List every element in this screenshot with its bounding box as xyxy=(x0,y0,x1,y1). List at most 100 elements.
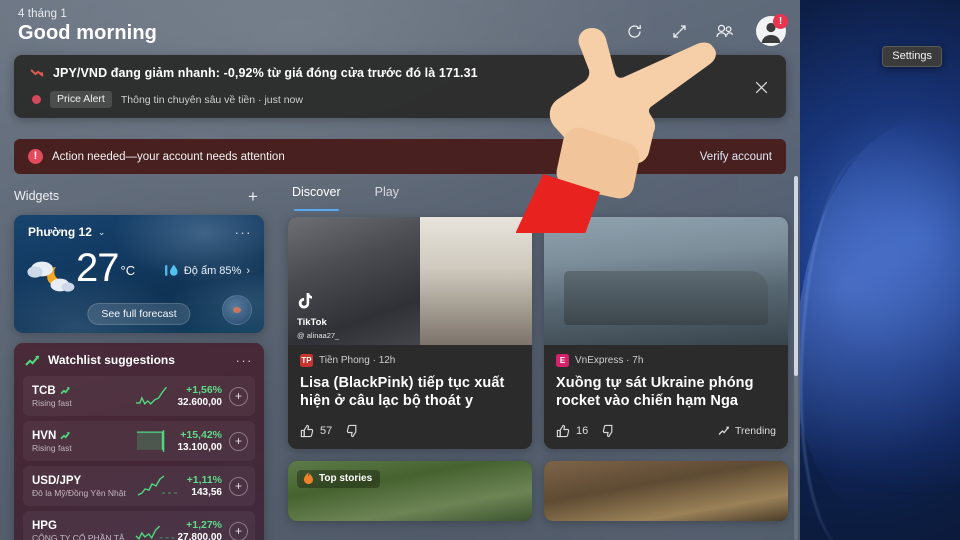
news-card[interactable]: TikTok @ alinaa27_ Lisa Alinaa27_ TP Tiề… xyxy=(288,217,532,449)
table-row[interactable]: HPG CÔNG TY CỔ PHẦN TẬP ... +1,27% 27.80… xyxy=(23,511,255,540)
watchlist-subtitle: CÔNG TY CỔ PHẦN TẬP ... xyxy=(32,532,134,540)
dislike-button[interactable] xyxy=(346,424,360,438)
humidity-text: Độ ẩm 85% xyxy=(183,264,242,277)
weather-widget[interactable]: Phường 12 ⌄ ··· 27 °C Độ ẩm 85% › See fu… xyxy=(14,215,264,333)
watchlist-values: +1,56% 32.600,00 xyxy=(178,384,223,408)
sparkline-chart xyxy=(137,430,165,452)
news-card[interactable]: Top stories xyxy=(288,460,532,521)
trend-up-icon xyxy=(25,354,40,366)
watchlist-price: 143,56 xyxy=(191,487,222,498)
verify-account-link[interactable]: Verify account xyxy=(700,151,772,163)
rising-arrow-icon xyxy=(60,386,70,395)
trending-badge: Trending xyxy=(718,425,776,437)
expand-icon[interactable] xyxy=(666,18,692,44)
watchlist-row-label: USD/JPY Đô la Mỹ/Đồng Yên Nhật xyxy=(32,475,136,498)
weather-temperature: 27 xyxy=(76,246,119,290)
thumbs-up-icon xyxy=(556,424,570,437)
watchlist-more-button[interactable]: ··· xyxy=(236,354,254,367)
people-icon[interactable] xyxy=(711,18,737,44)
feed-cards: TikTok @ alinaa27_ Lisa Alinaa27_ TP Tiề… xyxy=(288,217,788,521)
source-time: 7h xyxy=(632,355,644,366)
dislike-button[interactable] xyxy=(602,424,616,438)
widgets-bar: Widgets + xyxy=(14,185,264,207)
source-logo-icon: TP xyxy=(300,354,313,367)
thumbs-up-icon xyxy=(300,424,314,437)
tiktok-brand-label: TikTok xyxy=(297,317,327,328)
source-name-text: Tiền Phong xyxy=(319,355,370,366)
watchlist-symbol: HPG xyxy=(32,520,134,532)
news-thumbnail: Top stories xyxy=(288,460,532,521)
thumbs-down-icon xyxy=(603,424,613,437)
avatar[interactable]: ! xyxy=(756,14,788,46)
tab-discover[interactable]: Discover xyxy=(292,185,341,211)
trending-label: Trending xyxy=(734,424,776,437)
watchlist-price: 13.100,00 xyxy=(177,442,223,453)
action-needed-text: Action needed—your account needs attenti… xyxy=(52,150,285,163)
source-name-text: VnExpress xyxy=(575,355,624,366)
weather-temp-block: 27 °C xyxy=(76,246,135,290)
watchlist-row-label: HPG CÔNG TY CỔ PHẦN TẬP ... xyxy=(32,520,134,540)
source-time: 12h xyxy=(378,355,396,366)
see-full-forecast-button[interactable]: See full forecast xyxy=(87,303,191,325)
tiktok-icon xyxy=(297,293,313,315)
tiktok-username: @ alinaa27_ xyxy=(297,331,340,340)
like-button[interactable]: 16 xyxy=(556,424,588,438)
price-alert-tag: Price Alert xyxy=(50,91,112,108)
alert-dot-icon xyxy=(32,95,41,104)
table-row[interactable]: USD/JPY Đô la Mỹ/Đồng Yên Nhật +1,11% 14… xyxy=(23,466,255,506)
close-icon[interactable] xyxy=(746,72,776,102)
watchlist-price: 27.800,00 xyxy=(177,532,223,540)
weather-header: Phường 12 ⌄ ··· xyxy=(28,225,252,239)
add-to-watchlist-button[interactable]: + xyxy=(229,386,248,406)
add-widget-button[interactable]: + xyxy=(242,185,264,207)
scrollbar-thumb[interactable] xyxy=(794,176,798,376)
humidity-block[interactable]: Độ ẩm 85% › xyxy=(164,263,250,278)
warning-icon: ! xyxy=(28,149,43,164)
weather-more-button[interactable]: ··· xyxy=(235,226,253,239)
alert-meta-text: Thông tin chuyên sâu về tiền · just now xyxy=(120,93,303,106)
add-to-watchlist-button[interactable]: + xyxy=(229,431,248,451)
news-thumbnail: TikTok @ alinaa27_ Lisa Alinaa27_ xyxy=(288,217,532,345)
thumbnail-watermark: Alinaa27_ xyxy=(455,257,516,271)
trending-arrow-icon xyxy=(718,426,730,435)
watchlist-symbol: TCB xyxy=(32,385,134,397)
sparkline-chart xyxy=(136,386,168,406)
chevron-right-icon: › xyxy=(246,264,250,277)
chevron-down-icon[interactable]: ⌄ xyxy=(98,227,106,238)
watchlist-title: Watchlist suggestions xyxy=(48,353,175,367)
watchlist-percent: +1,11% xyxy=(186,474,222,486)
watchlist-symbol-text: HPG xyxy=(32,519,57,532)
source-name: Tiền Phong · 12h xyxy=(319,355,395,366)
add-to-watchlist-button[interactable]: + xyxy=(229,521,248,540)
trend-down-icon xyxy=(30,69,44,77)
source-logo-icon: E xyxy=(556,354,569,367)
news-source: E VnExpress · 7h xyxy=(556,354,776,367)
panel-toolbar: ! xyxy=(621,14,788,46)
news-feed: Discover Play TikTok @ alinaa27_ Lisa Al… xyxy=(288,185,788,521)
news-card[interactable] xyxy=(544,460,788,521)
news-headline: Xuồng tự sát Ukraine phóng rocket vào ch… xyxy=(556,375,754,410)
watchlist-subtitle: Rising fast xyxy=(32,397,72,408)
refresh-icon[interactable] xyxy=(621,18,647,44)
alert-title-row: JPY/VND đang giảm nhanh: -0,92% từ giá đ… xyxy=(30,66,478,80)
humidity-drop-icon xyxy=(164,264,178,276)
add-to-watchlist-button[interactable]: + xyxy=(229,476,248,496)
current-date: 4 tháng 1 xyxy=(18,8,67,20)
table-row[interactable]: TCB Rising fast +1,56% 32.600,00 + xyxy=(23,376,255,416)
watchlist-subtitle: Đô la Mỹ/Đồng Yên Nhật xyxy=(32,487,126,498)
watchlist-symbol: USD/JPY xyxy=(32,475,136,487)
widgets-column: Widgets + Phường 12 ⌄ ··· 27 °C Độ ẩm 85… xyxy=(14,185,264,540)
news-card-body: TP Tiền Phong · 12h Lisa (BlackPink) tiế… xyxy=(288,345,532,411)
watchlist-values: +1,11% 143,56 xyxy=(187,474,222,498)
like-button[interactable]: 57 xyxy=(300,424,332,438)
meta-separator: · xyxy=(626,355,630,366)
tab-play[interactable]: Play xyxy=(375,185,399,211)
news-card[interactable]: E VnExpress · 7h Xuồng tự sát Ukraine ph… xyxy=(544,217,788,449)
settings-tooltip: Settings xyxy=(882,46,942,67)
widgets-label: Widgets xyxy=(14,189,60,203)
watchlist-percent: +1,27% xyxy=(186,519,222,531)
panel-header: 4 tháng 1 Good morning xyxy=(18,8,157,45)
action-needed-banner[interactable]: ! Action needed—your account needs atten… xyxy=(14,139,786,174)
weather-radar-button[interactable] xyxy=(222,295,252,325)
table-row[interactable]: HVN Rising fast +15,42% 13.100,00 + xyxy=(23,421,255,461)
